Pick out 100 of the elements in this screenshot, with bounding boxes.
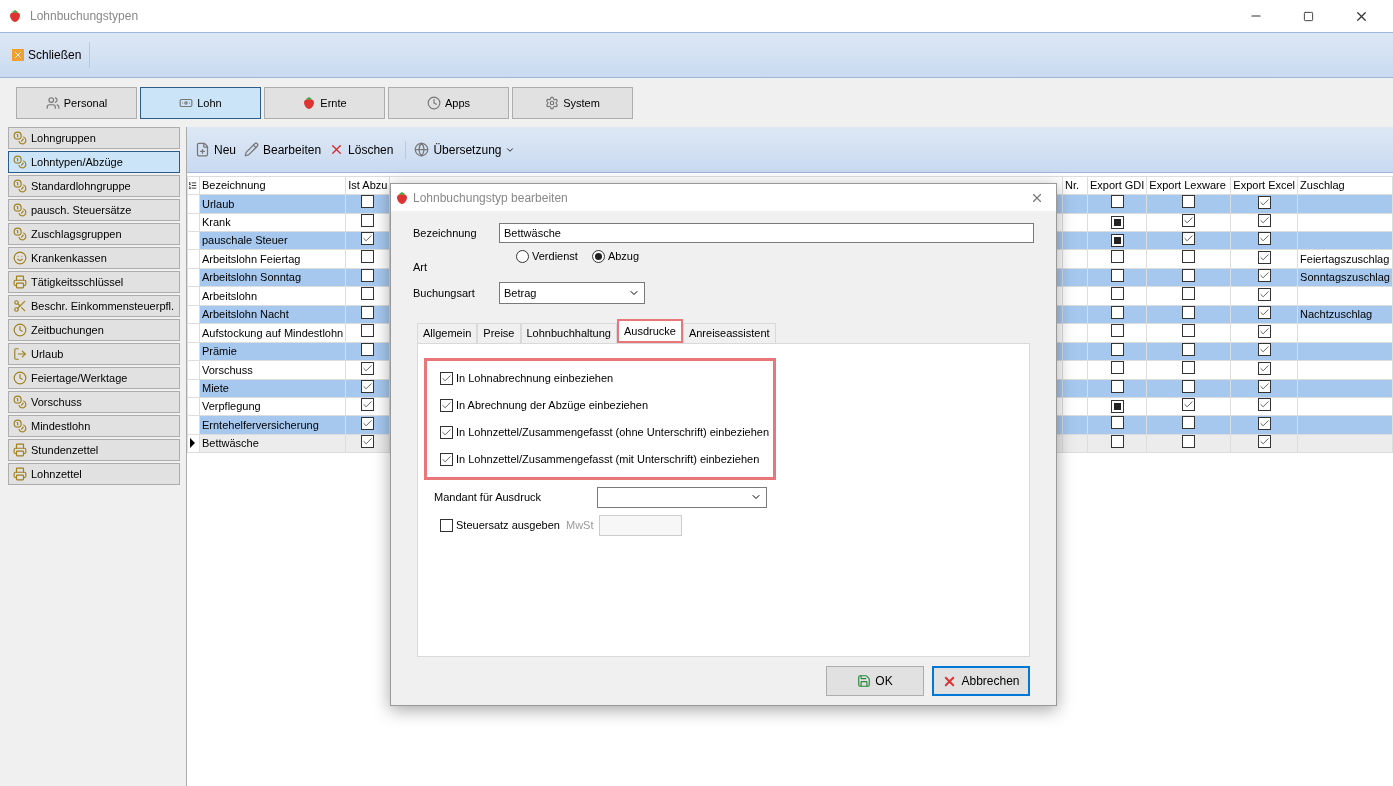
module-tab[interactable]: Apps xyxy=(388,87,509,119)
checkbox[interactable] xyxy=(361,232,375,246)
checkbox[interactable] xyxy=(440,518,453,532)
checkbox[interactable] xyxy=(1110,195,1124,208)
module-tab[interactable]: Personal xyxy=(16,87,137,119)
checkbox[interactable] xyxy=(1182,250,1196,263)
checkbox[interactable] xyxy=(1110,400,1124,414)
checkbox[interactable] xyxy=(1182,324,1196,337)
checkbox[interactable] xyxy=(440,372,453,385)
checkbox[interactable] xyxy=(440,453,453,466)
checkbox[interactable] xyxy=(1110,324,1124,337)
toolbar-button[interactable]: Löschen xyxy=(329,140,394,159)
checkbox[interactable] xyxy=(1182,195,1196,208)
radio-button[interactable]: Verdienst xyxy=(516,248,578,265)
checkbox[interactable] xyxy=(1110,416,1124,429)
checkbox[interactable] xyxy=(1257,195,1271,209)
checkbox[interactable] xyxy=(1182,416,1196,429)
dropdown[interactable] xyxy=(597,486,767,508)
checkbox[interactable] xyxy=(1257,287,1271,301)
checkbox[interactable] xyxy=(1257,343,1271,356)
checkbox[interactable] xyxy=(1257,416,1271,430)
column-header[interactable]: Nr. xyxy=(1062,176,1088,195)
toolbar-button[interactable]: Neu xyxy=(195,140,236,159)
checkbox[interactable] xyxy=(361,324,375,337)
banknote-icon xyxy=(179,96,194,110)
checkbox[interactable] xyxy=(1257,306,1271,319)
checkbox[interactable] xyxy=(361,195,375,208)
text-field[interactable]: Bettwäsche xyxy=(499,223,1034,243)
sidebar-item[interactable]: Tätigkeitsschlüssel xyxy=(8,271,180,293)
sidebar-item[interactable]: Beschr. Einkommensteuerpfl. xyxy=(8,295,180,317)
window-title: Lohnbuchungstypen xyxy=(30,8,139,25)
checkbox[interactable] xyxy=(1110,216,1124,229)
checkbox[interactable] xyxy=(1257,214,1271,227)
checkbox[interactable] xyxy=(1257,269,1271,282)
sidebar-item[interactable]: Zuschlagsgruppen xyxy=(8,223,180,245)
checkbox[interactable] xyxy=(440,399,453,412)
checkbox[interactable] xyxy=(1257,250,1271,264)
sidebar-item[interactable]: Standardlohngruppe xyxy=(8,175,180,197)
module-tab[interactable]: Ernte xyxy=(264,87,385,119)
checkbox[interactable] xyxy=(361,250,375,263)
sidebar-item[interactable]: pausch. Steuersätze xyxy=(8,199,180,221)
globe-icon xyxy=(414,142,430,157)
scissors-icon xyxy=(13,299,27,313)
close-icon xyxy=(12,49,24,61)
column-header[interactable]: Export Excel xyxy=(1230,176,1298,195)
close-button[interactable]: Schließen xyxy=(12,42,91,68)
sidebar-item[interactable]: Stundenzettel xyxy=(8,439,180,461)
sidebar-item[interactable]: Mindestlohn xyxy=(8,415,180,437)
checkbox[interactable] xyxy=(361,435,375,448)
checkbox[interactable] xyxy=(1182,214,1196,227)
checkbox[interactable] xyxy=(1182,232,1196,246)
app-logo-icon xyxy=(8,9,22,23)
dropdown[interactable]: Betrag xyxy=(499,282,645,304)
coins-icon xyxy=(13,419,27,433)
sidebar-item[interactable]: Lohnzettel xyxy=(8,463,180,485)
column-header[interactable]: Export GDI xyxy=(1087,176,1147,195)
dialog-button[interactable]: OK xyxy=(826,666,924,696)
clock-icon xyxy=(13,323,27,337)
checkbox[interactable] xyxy=(361,380,375,393)
checkbox[interactable] xyxy=(361,416,375,430)
checkbox[interactable] xyxy=(361,398,375,412)
tab[interactable]: Allgemein xyxy=(417,323,478,343)
module-tab[interactable]: Lohn xyxy=(140,87,261,119)
maximize-icon[interactable] xyxy=(1303,10,1314,22)
radio-button[interactable]: Abzug xyxy=(591,248,640,265)
column-header[interactable]: Export Lexware xyxy=(1146,176,1231,195)
checkbox[interactable] xyxy=(1110,250,1124,263)
sidebar-item[interactable]: Lohngruppen xyxy=(8,127,180,149)
dialog-button[interactable]: Abbrechen xyxy=(932,666,1030,696)
module-tab[interactable]: System xyxy=(512,87,633,119)
checkbox[interactable] xyxy=(1110,234,1124,248)
checkbox[interactable] xyxy=(361,287,375,300)
column-header[interactable]: Ist Abzu xyxy=(345,176,390,195)
checkbox[interactable] xyxy=(1182,361,1196,374)
sidebar-item[interactable]: Vorschuss xyxy=(8,391,180,413)
tab[interactable]: Preise xyxy=(477,323,521,343)
column-header[interactable]: Bezeichnung xyxy=(199,176,346,195)
sidebar-item[interactable]: Lohntypen/Abzüge xyxy=(8,151,180,173)
tab[interactable]: Lohnbuchhaltung xyxy=(520,323,617,343)
checkbox[interactable] xyxy=(1257,361,1271,375)
sidebar-item[interactable]: Zeitbuchungen xyxy=(8,319,180,341)
checkbox[interactable] xyxy=(1110,287,1124,300)
sidebar-item[interactable]: Feiertage/Werktage xyxy=(8,367,180,389)
toolbar-button[interactable]: Übersetzung xyxy=(405,140,516,159)
checkbox[interactable] xyxy=(1182,287,1196,300)
checkbox[interactable] xyxy=(1257,398,1271,412)
checkbox[interactable] xyxy=(361,361,375,375)
checkbox[interactable] xyxy=(440,426,453,439)
toolbar-button[interactable]: Bearbeiten xyxy=(244,140,322,159)
sidebar-item[interactable]: Urlaub xyxy=(8,343,180,365)
checkbox[interactable] xyxy=(1110,361,1124,374)
checkbox[interactable] xyxy=(1257,232,1271,246)
sidebar-item[interactable]: Krankenkassen xyxy=(8,247,180,269)
checkbox[interactable] xyxy=(1182,398,1196,412)
tab[interactable]: Ausdrucke xyxy=(616,319,683,343)
tab[interactable]: Anreiseassistent xyxy=(682,323,776,343)
checkbox[interactable] xyxy=(1257,324,1271,338)
checkbox[interactable] xyxy=(1257,435,1271,448)
column-header[interactable]: Zuschlag xyxy=(1297,176,1393,195)
checkbox[interactable] xyxy=(1257,380,1271,393)
